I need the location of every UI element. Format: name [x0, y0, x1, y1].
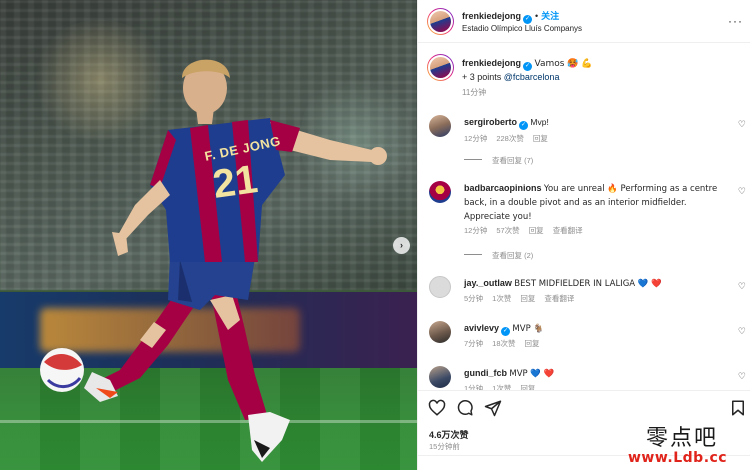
comment-like-heart-icon[interactable]: ♡: [738, 119, 746, 130]
comment-translate-button[interactable]: 查看翻译: [544, 294, 574, 303]
view-replies-label: 查看回复 (2): [492, 251, 534, 260]
comment-text: MVP 💙 ❤️: [509, 369, 555, 379]
caption-text: frenkiedejong ✓ Vamos 🥵 💪 + 3 points @fcb…: [462, 57, 737, 84]
post-location[interactable]: Estadio Olímpico Lluís Companys: [462, 24, 582, 33]
bookmark-icon[interactable]: [729, 399, 747, 417]
comment-body: sergiroberto ✓ Mvp!: [464, 116, 730, 130]
comment-like-heart-icon[interactable]: ♡: [738, 186, 746, 197]
follow-button[interactable]: 关注: [541, 11, 559, 21]
comment-username[interactable]: badbarcaopinions: [464, 183, 542, 193]
comment-like-heart-icon[interactable]: ♡: [738, 281, 746, 292]
commenter-avatar[interactable]: [429, 181, 451, 203]
comment-time: 5分钟: [464, 294, 484, 303]
separator-dot: •: [535, 11, 539, 21]
header-author-line: frenkiedejong ✓ • 关注: [462, 9, 559, 24]
comment-meta: 12分钟 57次赞 回复 查看翻译: [464, 225, 592, 236]
comment-username[interactable]: gundi_fcb: [464, 368, 507, 378]
view-replies-button[interactable]: 查看回复 (7): [464, 155, 533, 166]
football-player-figure: [40, 59, 387, 462]
comment-meta: 5分钟 1次赞 回复 查看翻译: [464, 293, 583, 304]
comment-reply-button[interactable]: 回复: [529, 226, 544, 235]
more-horizontal-icon[interactable]: ···: [728, 14, 743, 28]
verified-badge-icon: ✓: [519, 121, 529, 130]
comment-username[interactable]: sergiroberto: [464, 117, 517, 127]
carousel-next-button[interactable]: ›: [393, 237, 410, 254]
post-photo[interactable]: F. DE JONG 21 ›: [0, 0, 417, 470]
watermark-chinese-text: 零点吧: [646, 426, 719, 451]
commenter-avatar[interactable]: [429, 115, 451, 137]
watermark-url: www.Ldb.cc: [628, 450, 728, 466]
comment-meta: 7分钟 18次赞 回复: [464, 338, 549, 349]
comment-text: MVP 🐐: [512, 324, 544, 334]
comment-body: badbarcaopinions You are unreal 🔥 Perfor…: [464, 182, 730, 224]
chevron-right-icon: ›: [400, 240, 403, 250]
post-info-panel: frenkiedejong ✓ • 关注 Estadio Olímpico Lluís…: [417, 0, 750, 470]
comment-reply-button[interactable]: 回复: [520, 294, 535, 303]
replies-divider-line: [464, 254, 482, 255]
comment-text: Mvp!: [530, 117, 549, 127]
comment-username[interactable]: avivlevy: [464, 323, 499, 333]
comment-time: 12分钟: [464, 226, 488, 235]
comment-bubble-icon[interactable]: [456, 399, 474, 417]
verified-badge-icon: ✓: [523, 62, 533, 71]
paper-plane-icon[interactable]: [484, 399, 502, 417]
post-header: frenkiedejong ✓ • 关注 Estadio Olímpico Lluís…: [418, 0, 750, 43]
likes-count[interactable]: 4.6万次赞: [429, 428, 469, 441]
comment-username[interactable]: jay._outlaw: [464, 278, 512, 288]
verified-badge-icon: ✓: [501, 327, 511, 336]
verified-badge-icon: ✓: [523, 15, 533, 24]
caption-avatar[interactable]: [427, 54, 454, 81]
comment-like-heart-icon[interactable]: ♡: [738, 371, 746, 382]
heart-outline-icon[interactable]: [428, 399, 446, 417]
comment-body: avivlevy ✓ MVP 🐐: [464, 322, 730, 336]
view-replies-label: 查看回复 (7): [492, 156, 534, 165]
caption-time: 11分钟: [462, 88, 487, 97]
comment-likes[interactable]: 1次赞: [492, 294, 511, 303]
comment-time: 7分钟: [464, 339, 484, 348]
comment-reply-button[interactable]: 回复: [533, 134, 548, 143]
author-avatar[interactable]: [427, 8, 454, 35]
commenter-avatar[interactable]: [429, 321, 451, 343]
comment-likes[interactable]: 57次赞: [496, 226, 519, 235]
comment-text: BEST MIDFIELDER IN LALIGA 💙 ❤️: [514, 279, 662, 289]
commenter-avatar[interactable]: [429, 276, 451, 298]
comment-likes[interactable]: 228次赞: [496, 134, 524, 143]
comment-body: jay._outlaw BEST MIDFIELDER IN LALIGA 💙 …: [464, 277, 730, 291]
jersey-number: 21: [210, 157, 261, 207]
commenter-avatar[interactable]: [429, 366, 451, 388]
caption-mention-link[interactable]: @fcbarcelona: [504, 72, 560, 82]
author-username[interactable]: frenkiedejong: [462, 11, 521, 21]
site-watermark: 零点吧 www.Ldb.cc: [628, 420, 750, 470]
comment-translate-button[interactable]: 查看翻译: [553, 226, 583, 235]
comment-body: gundi_fcb MVP 💙 ❤️: [464, 367, 730, 381]
caption-username[interactable]: frenkiedejong: [462, 58, 521, 68]
comment-like-heart-icon[interactable]: ♡: [738, 326, 746, 337]
comment-time: 12分钟: [464, 134, 488, 143]
comment-meta: 12分钟 228次赞 回复: [464, 133, 557, 144]
view-replies-button[interactable]: 查看回复 (2): [464, 250, 533, 261]
replies-divider-line: [464, 159, 482, 160]
comment-reply-button[interactable]: 回复: [525, 339, 540, 348]
comment-likes[interactable]: 18次赞: [492, 339, 515, 348]
post-timestamp: 15分钟前: [429, 442, 460, 451]
caption-line2: + 3 points: [462, 72, 504, 82]
caption-body: Vamos 🥵 💪: [534, 59, 593, 69]
